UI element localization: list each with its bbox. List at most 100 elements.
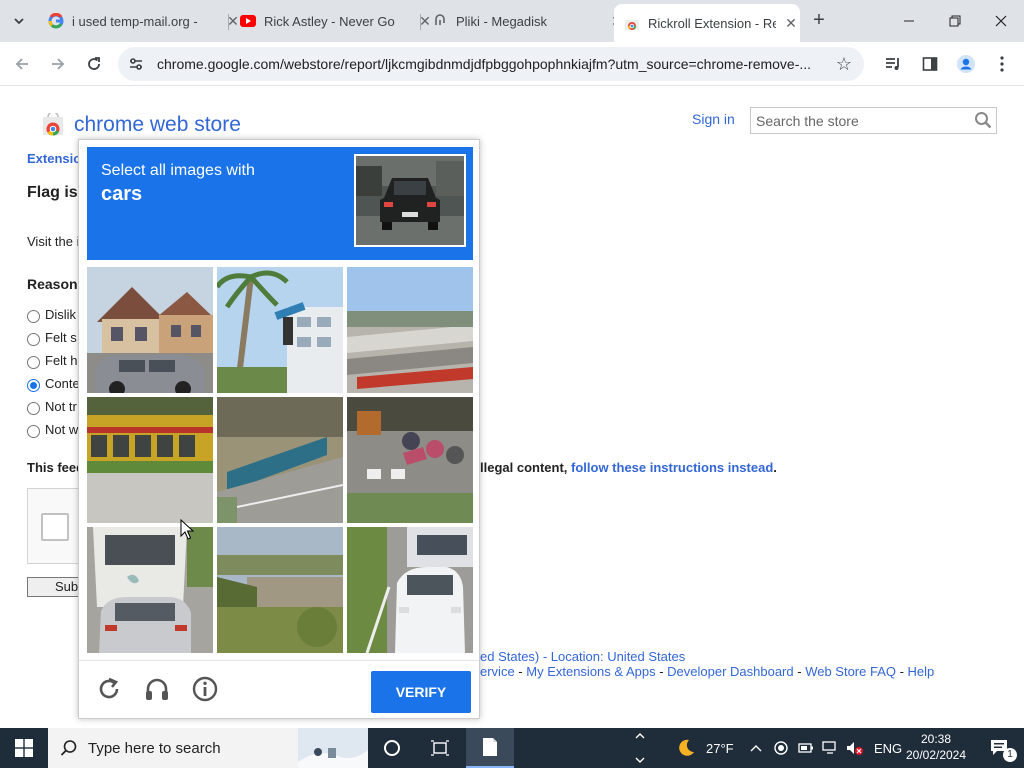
challenge-tile-palm-trees-street[interactable] <box>217 267 343 393</box>
info-icon[interactable] <box>191 675 219 703</box>
tab-search-dropdown[interactable] <box>6 8 32 34</box>
terms-of-service-link[interactable]: ervice <box>480 664 515 679</box>
chevron-down-icon <box>14 18 24 25</box>
reason-option[interactable]: Felt s <box>27 330 77 346</box>
challenge-instruction: Select all images with <box>101 162 255 179</box>
reason-option-selected[interactable]: Conte <box>27 376 80 392</box>
challenge-tile-house-with-car[interactable] <box>87 267 213 393</box>
tab-rickroll-extension[interactable]: Rickroll Extension - Re ✕ <box>614 4 800 42</box>
playlist-icon <box>886 58 899 70</box>
footer-location: ed States) - Location: United States <box>480 649 685 664</box>
taskbar-search-box[interactable]: Type here to search <box>48 728 368 768</box>
search-highlight-image <box>298 728 368 768</box>
link-icon <box>432 13 448 29</box>
my-extensions-link[interactable]: My Extensions & Apps <box>526 664 655 679</box>
developer-dashboard-link[interactable]: Developer Dashboard <box>667 664 793 679</box>
radio-button[interactable] <box>27 356 40 369</box>
battery-icon[interactable] <box>798 741 814 755</box>
breadcrumb[interactable]: Extensio <box>27 151 81 166</box>
instructions-link[interactable]: follow these instructions instead <box>571 460 773 475</box>
radio-button[interactable] <box>27 425 40 438</box>
tab-megadisk[interactable]: Pliki - Megadisk ✕ <box>422 6 626 36</box>
illegal-content-text: llegal content, <box>480 460 572 475</box>
notification-count: 1 <box>1003 748 1017 762</box>
menu-button[interactable] <box>988 50 1016 78</box>
challenge-tile-hillside-wall[interactable] <box>217 527 343 653</box>
restore-button[interactable] <box>932 6 978 36</box>
network-icon[interactable] <box>822 741 838 755</box>
weather-widget[interactable]: 27°F <box>676 728 734 768</box>
task-view-button[interactable] <box>416 728 464 768</box>
scroll-arrows-icon <box>635 733 645 763</box>
forward-button[interactable] <box>44 50 72 78</box>
reason-option-label: Not tr <box>45 399 77 414</box>
document-icon <box>483 738 497 756</box>
file-explorer-button[interactable] <box>466 728 514 768</box>
tab-rick-astley[interactable]: Rick Astley - Never Go ✕ <box>230 6 434 36</box>
web-store-faq-link[interactable]: Web Store FAQ <box>805 664 896 679</box>
reason-option[interactable]: Dislik <box>27 307 76 323</box>
language-indicator[interactable]: ENG <box>874 741 902 756</box>
verify-button[interactable]: VERIFY <box>371 671 471 713</box>
separator: - <box>793 664 806 679</box>
radio-button-checked[interactable] <box>27 379 40 392</box>
start-button[interactable] <box>0 728 48 768</box>
challenge-tile-tram[interactable] <box>87 397 213 523</box>
store-title[interactable]: chrome web store <box>74 113 241 137</box>
challenge-tile-bridge-overpass[interactable] <box>347 267 473 393</box>
mouse-cursor-icon <box>180 519 194 540</box>
taskbar-scroll[interactable] <box>630 728 650 768</box>
chevron-up-icon[interactable] <box>750 743 762 753</box>
tab-label: Rickroll Extension - Re <box>648 15 776 31</box>
task-view-icon <box>431 740 449 756</box>
tab-temp-mail[interactable]: i used temp-mail.org - ✕ <box>38 6 242 36</box>
back-button[interactable] <box>8 50 36 78</box>
illegal-content-note: llegal content, follow these instruction… <box>480 460 777 475</box>
restore-icon <box>949 15 961 27</box>
reason-option[interactable]: Felt h <box>27 353 78 369</box>
new-tab-button[interactable]: + <box>808 9 830 31</box>
radio-button[interactable] <box>27 310 40 323</box>
reason-option[interactable]: Not tr <box>27 399 77 415</box>
radio-button[interactable] <box>27 402 40 415</box>
region-link[interactable]: ed States) - Location: <box>480 649 607 664</box>
sign-in-link[interactable]: Sign in <box>692 111 735 127</box>
close-icon[interactable]: ✕ <box>782 14 800 32</box>
url-text: chrome.google.com/webstore/report/ljkcmg… <box>157 56 812 72</box>
address-bar[interactable]: chrome.google.com/webstore/report/ljkcmg… <box>118 47 864 81</box>
challenge-tile-white-car-road[interactable] <box>347 527 473 653</box>
cortana-button[interactable] <box>368 728 416 768</box>
close-window-button[interactable] <box>978 6 1024 36</box>
location-link[interactable]: United States <box>607 649 685 664</box>
bookmark-star-icon[interactable]: ☆ <box>836 54 852 75</box>
reload-button[interactable] <box>80 50 108 78</box>
record-icon[interactable] <box>774 741 788 755</box>
headphones-icon[interactable] <box>143 675 171 703</box>
site-info-icon[interactable] <box>128 56 144 72</box>
challenge-tile-bridge-railing[interactable] <box>217 397 343 523</box>
profile-button[interactable] <box>952 50 980 78</box>
minimize-button[interactable] <box>886 6 932 36</box>
system-clock[interactable]: 20:38 20/02/2024 <box>903 731 969 763</box>
search-icon[interactable] <box>974 111 992 129</box>
challenge-tile-motorcycles-crosswalk[interactable] <box>347 397 473 523</box>
separator: - <box>655 664 668 679</box>
media-control-button[interactable] <box>880 50 908 78</box>
reason-option[interactable]: Not w <box>27 422 79 438</box>
side-panel-button[interactable] <box>916 50 944 78</box>
tab-label: i used temp-mail.org - <box>72 13 198 29</box>
help-link[interactable]: Help <box>908 664 935 679</box>
store-search-input[interactable]: Search the store <box>750 107 997 134</box>
volume-muted-icon[interactable] <box>846 741 864 755</box>
radio-button[interactable] <box>27 333 40 346</box>
recaptcha-checkbox[interactable] <box>41 513 69 541</box>
reload-icon[interactable] <box>95 675 123 703</box>
visit-text: Visit the i <box>27 234 80 249</box>
challenge-tile-bus-and-car[interactable] <box>87 527 213 653</box>
separator: - <box>895 664 908 679</box>
period: . <box>773 460 777 475</box>
minimize-icon <box>904 20 914 22</box>
notifications-button[interactable]: 1 <box>976 728 1024 768</box>
reason-option-label: Felt s <box>45 330 77 345</box>
reason-option-label: Not w <box>45 422 79 437</box>
